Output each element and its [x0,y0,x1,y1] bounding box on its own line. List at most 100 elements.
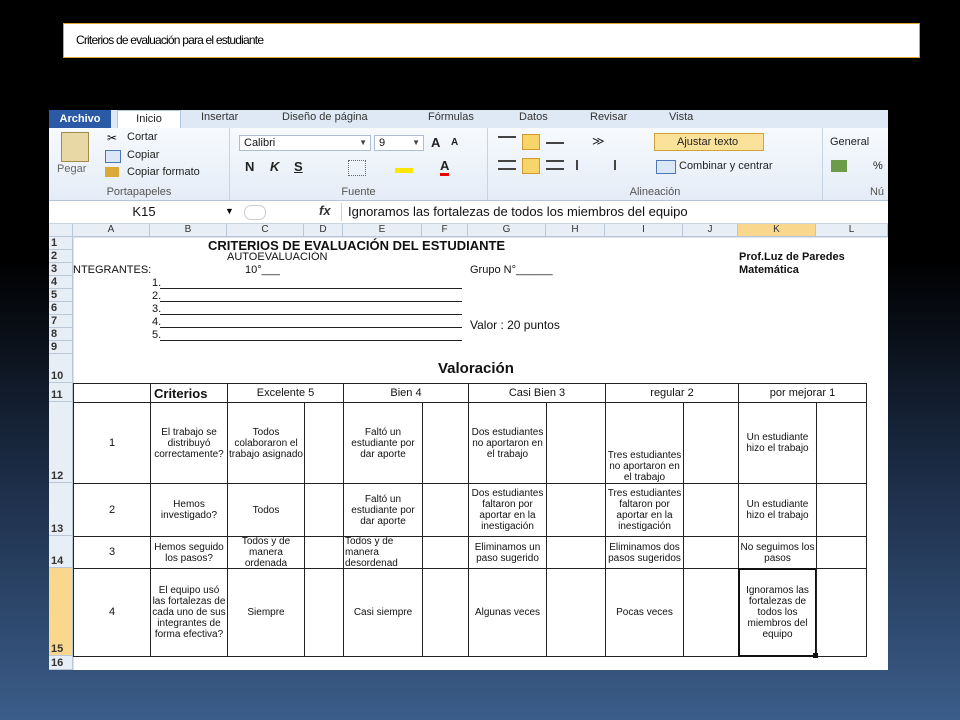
column-header-selected[interactable]: K [738,224,816,237]
row-header[interactable]: 16 [49,656,73,670]
row-header[interactable]: 7 [49,315,73,328]
empty-cell[interactable] [683,536,739,569]
empty-cell[interactable] [816,483,867,537]
row-header[interactable]: 3 [49,263,73,276]
increase-indent-icon[interactable] [598,160,616,170]
insert-function-icon[interactable]: fx [319,203,331,218]
empty-cell[interactable] [304,536,344,569]
column-header[interactable]: C [227,224,304,237]
rating-regular[interactable]: Tres estudiantes faltaron por aportar en… [605,483,684,537]
criterion-number[interactable]: 3 [73,536,151,569]
empty-cell[interactable] [546,568,606,657]
rating-regular[interactable]: Pocas veces [605,568,684,657]
row-header[interactable]: 14 [49,536,73,568]
merge-center-button[interactable]: Combinar y centrar [679,160,773,172]
shrink-font-icon[interactable]: A [451,137,458,148]
criterion-text[interactable]: El trabajo se distribuyó correctamente? [150,402,228,484]
column-header[interactable]: L [816,224,888,237]
row-header[interactable]: 4 [49,276,73,289]
points-value[interactable]: Valor : 20 puntos [470,318,560,332]
criterion-number[interactable]: 4 [73,568,151,657]
wrap-text-button[interactable]: Ajustar texto [654,133,764,151]
row-header[interactable]: 6 [49,302,73,315]
empty-cell[interactable] [816,402,867,484]
header-criterios[interactable]: Criterios [150,383,228,403]
align-left-icon[interactable] [498,160,516,170]
empty-cell[interactable] [683,568,739,657]
rating-casi-bien[interactable]: Eliminamos un paso sugerido [468,536,547,569]
format-painter-button[interactable]: Copiar formato [127,166,200,178]
column-header[interactable]: D [304,224,343,237]
empty-cell[interactable] [304,483,344,537]
align-middle-icon[interactable] [522,134,540,150]
subject-name[interactable]: Matemática [739,264,799,276]
tab-vista[interactable]: Vista [669,111,693,123]
tab-archivo[interactable]: Archivo [49,110,111,128]
copy-icon[interactable] [105,150,121,163]
column-header[interactable]: J [683,224,738,237]
column-header[interactable]: G [468,224,546,237]
criterion-text[interactable]: El equipo usó las fortalezas de cada uno… [150,568,228,657]
rating-excelente[interactable]: Siempre [227,568,305,657]
tab-insertar[interactable]: Insertar [201,111,238,123]
header-bien[interactable]: Bien 4 [343,383,469,403]
criterion-number[interactable]: 1 [73,402,151,484]
header-regular[interactable]: regular 2 [605,383,739,403]
rating-bien[interactable]: Faltó un estudiante por dar aporte [343,402,423,484]
row-header[interactable]: 5 [49,289,73,302]
rating-bien[interactable]: Casi siempre [343,568,423,657]
cut-button[interactable]: Cortar [127,131,158,143]
empty-cell[interactable] [546,483,606,537]
tab-revisar[interactable]: Revisar [590,111,627,123]
align-center-icon[interactable] [522,158,540,174]
column-header[interactable]: E [343,224,422,237]
copy-button[interactable]: Copiar [127,149,159,161]
fill-handle[interactable] [813,653,818,658]
rating-casi-bien[interactable]: Dos estudiantes faltaron por aportar en … [468,483,547,537]
column-header[interactable]: A [73,224,150,237]
rating-casi-bien[interactable]: Algunas veces [468,568,547,657]
empty-cell[interactable] [422,568,469,657]
group-field[interactable]: Grupo N°______ [470,264,553,276]
empty-cell[interactable] [683,402,739,484]
row-header-selected[interactable]: 15 [49,568,73,656]
header-por-mejorar[interactable]: por mejorar 1 [738,383,867,403]
empty-cell[interactable] [546,536,606,569]
empty-cell[interactable] [683,483,739,537]
align-bottom-icon[interactable] [546,136,564,144]
teacher-name[interactable]: Prof.Luz de Paredes [739,251,845,263]
column-header[interactable]: I [605,224,683,237]
header-excelente[interactable]: Excelente 5 [227,383,344,403]
borders-icon[interactable] [348,160,366,176]
currency-icon[interactable] [831,160,847,172]
rating-excelente[interactable]: Todos colaboraron el trabajo asignado [227,402,305,484]
grade-field[interactable]: 10°___ [245,264,280,276]
scissors-icon[interactable]: ✂ [107,131,117,145]
italic-button[interactable]: K [270,159,279,174]
tab-inicio[interactable]: Inicio [117,110,181,128]
underline-button[interactable]: S [294,159,303,174]
rating-regular[interactable]: Tres estudiantes no aportaron en el trab… [605,402,684,484]
orientation-icon[interactable]: ≫ [592,134,605,148]
rating-bien[interactable]: Faltó un estudiante por dar aporte [343,483,423,537]
grow-font-icon[interactable]: A [431,135,440,150]
criterion-number[interactable]: 2 [73,483,151,537]
rating-excelente[interactable]: Todos [227,483,305,537]
fill-color-icon[interactable] [395,168,413,173]
selected-cell-k15[interactable]: Ignoramos las fortalezas de todos los mi… [738,568,817,657]
row-header[interactable]: 10 [49,354,73,383]
rating-regular[interactable]: Eliminamos dos pasos sugeridos [605,536,684,569]
empty-cell[interactable] [304,568,344,657]
sheet-subtitle[interactable]: AUTOEVALUACIÓN [227,251,327,263]
font-name-select[interactable]: Calibri ▼ [239,135,371,151]
row-header[interactable]: 12 [49,402,73,483]
empty-cell[interactable] [422,402,469,484]
select-all-corner[interactable] [49,224,73,237]
empty-cell[interactable] [422,483,469,537]
row-header[interactable]: 8 [49,328,73,341]
paste-label[interactable]: Pegar [57,163,86,175]
name-box-dropdown-icon[interactable]: ▼ [225,206,234,216]
percent-icon[interactable]: % [873,160,883,172]
criterion-text[interactable]: Hemos investigado? [150,483,228,537]
column-header[interactable]: F [422,224,468,237]
